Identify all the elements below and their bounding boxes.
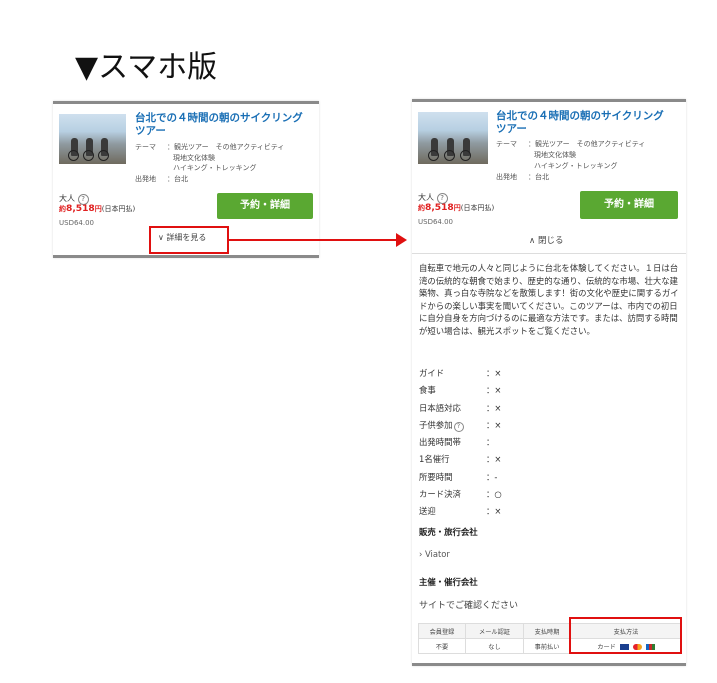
arrow-right-icon — [396, 233, 407, 247]
spec-label: 所要時間 — [419, 471, 453, 482]
chevron-up-icon: ∧ — [529, 236, 536, 246]
price: 約8,518円(日本円払) — [418, 203, 494, 213]
price-unit: 円 — [94, 205, 102, 213]
tour-title[interactable]: 台北での４時間の朝のサイクリング ツアー — [496, 110, 664, 136]
theme-value: ：観光ツアー その他アクティビティ — [167, 143, 285, 151]
spec-value: ：× — [486, 506, 502, 517]
spec-value: ：× — [486, 368, 502, 378]
price-prefix: 約 — [418, 204, 425, 212]
theme-value-2: 現地文化体験 — [534, 151, 576, 159]
tour-title-line1: 台北での４時間の朝のサイクリング — [135, 112, 303, 124]
spec-row-guide: ガイド ：× — [419, 367, 502, 384]
spec-row-meal: 食事 ：× — [419, 384, 502, 401]
departure-label: 出発地 — [135, 174, 156, 183]
table-header-cell: 会員登録 — [418, 623, 466, 639]
spec-value: ：× — [486, 419, 502, 430]
spec-value: ：- — [486, 471, 498, 482]
theme-value-3: ハイキング・トレッキング — [534, 162, 618, 170]
arrow-line — [228, 239, 398, 241]
spec-row-duration: 所要時間 ：- — [419, 471, 502, 488]
tour-title-line2: ツアー — [135, 125, 166, 138]
spec-label: カード決済 — [419, 489, 461, 500]
departure-value: ：台北 — [528, 173, 549, 181]
spec-label: ガイド — [419, 368, 445, 378]
theme-value: ：観光ツアー その他アクティビティ — [528, 140, 646, 148]
highlight-expand-toggle — [149, 226, 229, 254]
table-cell: なし — [464, 638, 525, 654]
tour-thumbnail[interactable] — [59, 114, 126, 164]
spec-label: 食事 — [419, 385, 436, 396]
theme-value-2: 現地文化体験 — [173, 153, 215, 162]
price-value: 8,518 — [425, 203, 454, 213]
adult-label: 大人 — [418, 193, 434, 202]
spec-row-japanese: 日本語対応 ：× — [419, 402, 502, 419]
price: 約8,518円(日本円払) — [59, 204, 135, 214]
page-heading: ▼スマホ版 — [75, 50, 218, 85]
table-header-cell: 支払時期 — [523, 623, 571, 639]
book-details-button[interactable]: 予約・詳細 — [217, 193, 313, 219]
theme-value-3: ハイキング・トレッキング — [173, 164, 257, 172]
price-value: 8,518 — [66, 204, 95, 214]
spec-row-transfer: 送迎 ：× — [419, 505, 502, 522]
collapse-label: 閉じる — [537, 236, 564, 246]
spec-value: ： — [486, 437, 495, 448]
collapse-details-toggle[interactable]: ∧ 閉じる — [529, 234, 563, 246]
divider — [412, 253, 686, 254]
price-unit: 円 — [453, 204, 461, 212]
tour-title[interactable]: 台北での４時間の朝のサイクリング ツアー — [135, 112, 303, 138]
tour-thumbnail[interactable] — [418, 112, 488, 164]
spec-value: ：× — [486, 385, 502, 396]
spec-value: ：○ — [486, 489, 502, 500]
organizer-note: サイトでご確認ください — [419, 601, 519, 611]
seller-link[interactable]: › Viator — [419, 549, 450, 559]
seller-heading: 販売・旅行会社 — [419, 527, 478, 537]
spec-row-children: 子供参加? ：× — [419, 419, 502, 436]
spec-row-card: カード決済 ：○ — [419, 488, 502, 505]
departure-value: ：台北 — [167, 174, 188, 183]
spec-value: ：× — [486, 402, 502, 413]
departure-label: 出発地 — [496, 173, 517, 181]
tour-card-expanded: 台北での４時間の朝のサイクリング ツアー テーマ ：観光ツアー その他アクティビテ… — [412, 99, 686, 666]
tour-title-line2: ツアー — [496, 123, 527, 136]
table-cell: 不要 — [418, 638, 466, 654]
table-header-cell: メール認証 — [464, 623, 525, 639]
spec-row-single: 1名催行 ：× — [419, 453, 502, 470]
usd-price: USD64.00 — [59, 219, 94, 227]
highlight-payment-method — [569, 617, 682, 654]
tour-title-line1: 台北での４時間の朝のサイクリング — [496, 110, 664, 122]
tour-meta: テーマ ：観光ツアー その他アクティビティ 現地文化体験 ハイキング・トレッキング… — [496, 139, 645, 183]
book-details-button[interactable]: 予約・詳細 — [580, 191, 678, 219]
spec-label: 1名催行 — [419, 454, 450, 465]
spec-row-departure-time: 出発時間帯 ： — [419, 436, 502, 453]
spec-label: 子供参加 — [419, 419, 453, 430]
organizer-heading: 主催・催行会社 — [419, 577, 478, 587]
theme-label: テーマ — [496, 140, 517, 148]
tour-meta: テーマ ：観光ツアー その他アクティビティ 現地文化体験 ハイキング・トレッキング… — [135, 142, 284, 184]
price-prefix: 約 — [59, 205, 66, 213]
spec-label: 日本語対応 — [419, 402, 461, 413]
usd-price: USD64.00 — [418, 218, 453, 226]
price-note: (日本円払) — [101, 205, 136, 213]
price-note: (日本円払) — [460, 204, 495, 212]
theme-label: テーマ — [135, 143, 156, 151]
spec-label: 送迎 — [419, 506, 436, 517]
spec-label: 出発時間帯 — [419, 437, 461, 448]
adult-label: 大人 — [59, 194, 75, 203]
table-cell: 事前払い — [523, 638, 571, 654]
spec-list: ガイド ：× 食事 ：× 日本語対応 ：× 子供参加? ：× 出発時間帯 ： 1名催行 ：×… — [419, 367, 502, 523]
help-icon[interactable]: ? — [453, 421, 464, 432]
spec-value: ：× — [486, 454, 502, 465]
tour-description: 自転車で地元の人々と同じように台北を体験してください。１日は台湾の伝統的な朝食で… — [419, 263, 679, 336]
